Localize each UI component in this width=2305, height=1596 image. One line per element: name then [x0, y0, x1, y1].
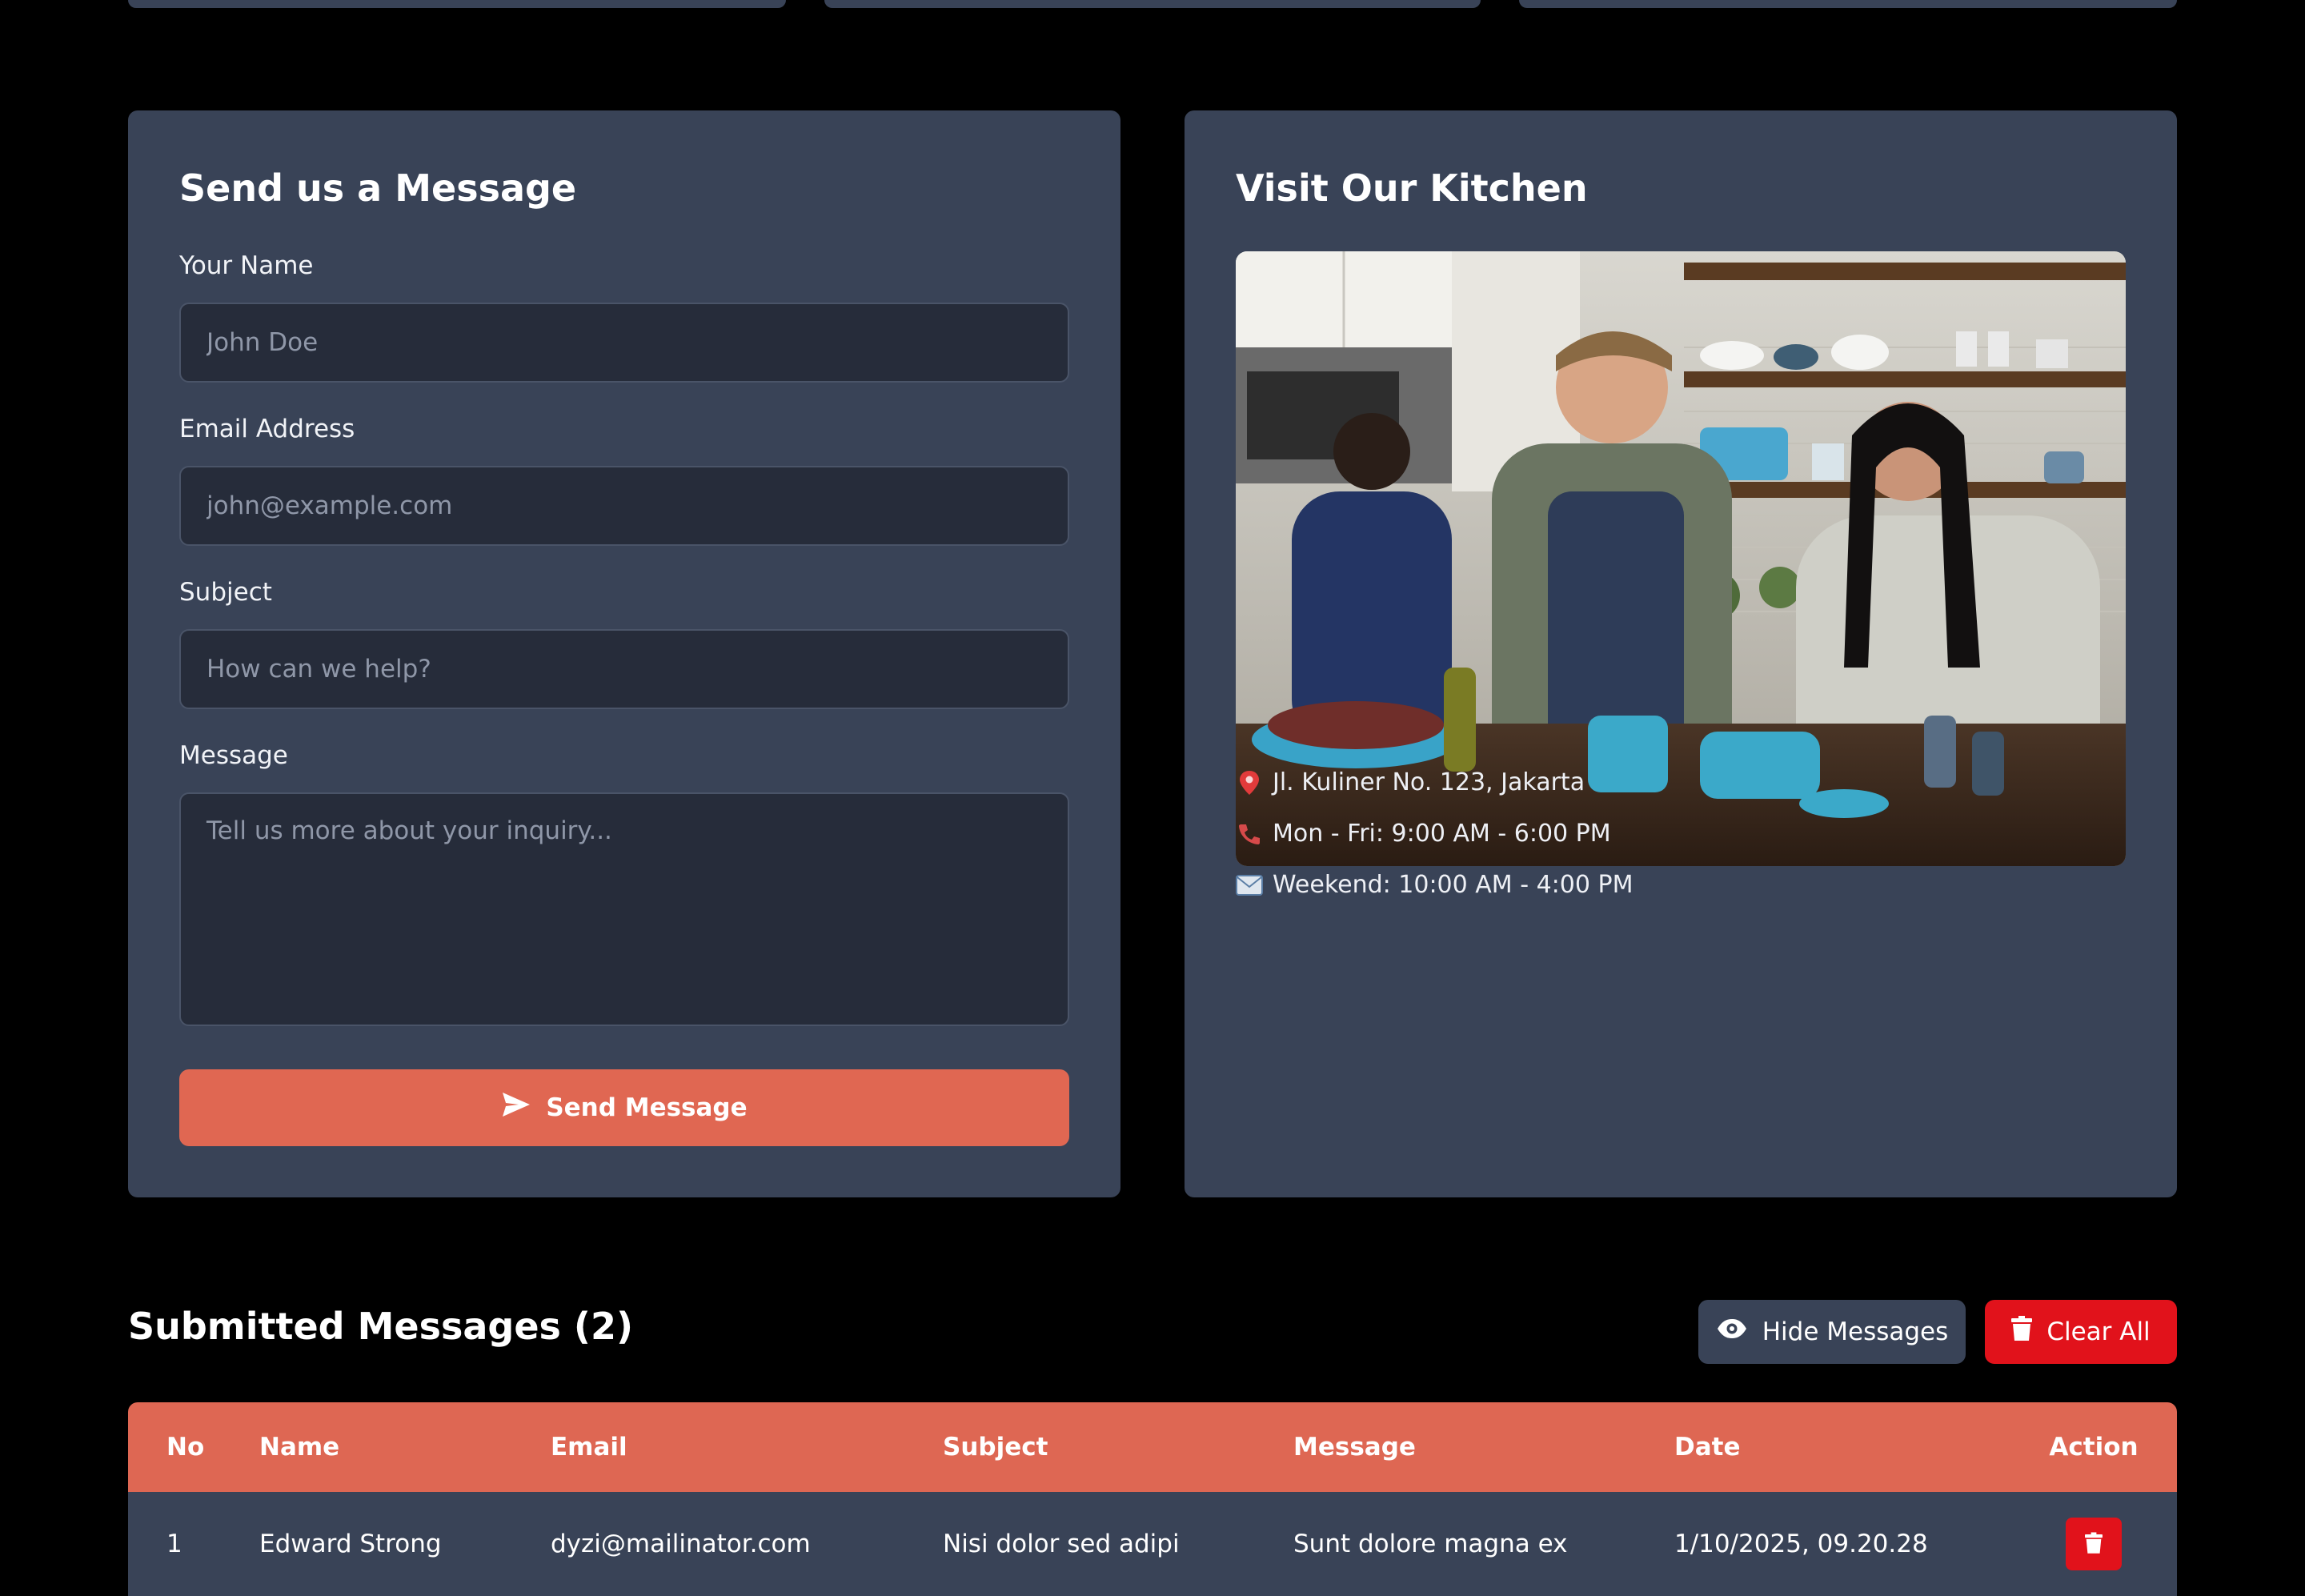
clear-all-button[interactable]: Clear All: [1985, 1300, 2177, 1364]
top-card-2: [824, 0, 1481, 8]
row-email: dyzi@mailinator.com: [551, 1530, 811, 1558]
kitchen-title: Visit Our Kitchen: [1236, 166, 1588, 210]
hide-messages-label: Hide Messages: [1762, 1317, 1949, 1346]
column-header-date: Date: [1674, 1433, 1741, 1462]
send-message-label: Send Message: [546, 1093, 748, 1122]
row-subject: Nisi dolor sed adipi: [943, 1530, 1180, 1558]
row-action: [2010, 1492, 2177, 1596]
column-header-subject: Subject: [943, 1433, 1048, 1462]
top-card-1: [128, 0, 786, 8]
trash-icon: [2085, 1531, 2103, 1557]
hide-messages-button[interactable]: Hide Messages: [1698, 1300, 1966, 1364]
column-header-message: Message: [1293, 1433, 1416, 1462]
message-label: Message: [179, 741, 288, 770]
send-icon: [501, 1091, 531, 1125]
pin-icon: [1236, 769, 1263, 796]
column-header-no: No: [166, 1433, 205, 1462]
contact-form-title: Send us a Message: [179, 166, 577, 210]
hours-weekend-line: Weekend: 10:00 AM - 4:00 PM: [1236, 871, 1633, 899]
address-line: Jl. Kuliner No. 123, Jakarta: [1236, 768, 1585, 796]
row-date: 1/10/2025, 09.20.28: [1674, 1530, 1928, 1558]
phone-icon: [1236, 820, 1263, 848]
row-message: Sunt dolore magna ex: [1293, 1530, 1568, 1558]
kitchen-panel: Visit Our Kitchen Jl. Kuliner No. 123, J…: [1185, 110, 2177, 1197]
address-text: Jl. Kuliner No. 123, Jakarta: [1273, 768, 1585, 796]
email-label: Email Address: [179, 415, 355, 443]
hours-weekday-text: Mon - Fri: 9:00 AM - 6:00 PM: [1273, 820, 1611, 848]
trash-icon: [2011, 1316, 2033, 1348]
message-textarea[interactable]: [179, 792, 1069, 1026]
email-icon: [1236, 872, 1263, 899]
subject-input[interactable]: [179, 629, 1069, 709]
table-row: 1 Edward Strong dyzi@mailinator.com Nisi…: [128, 1492, 2177, 1596]
table-header-row: No Name Email Subject Message Date Actio…: [128, 1402, 2177, 1492]
email-input[interactable]: [179, 466, 1069, 546]
messages-table: No Name Email Subject Message Date Actio…: [128, 1402, 2177, 1596]
row-name: Edward Strong: [259, 1530, 442, 1558]
eye-icon: [1716, 1317, 1748, 1346]
column-header-action: Action: [2049, 1433, 2139, 1462]
subject-label: Subject: [179, 578, 272, 607]
hours-weekday-line: Mon - Fri: 9:00 AM - 6:00 PM: [1236, 820, 1611, 848]
hours-weekend-text: Weekend: 10:00 AM - 4:00 PM: [1273, 871, 1634, 899]
top-card-3: [1519, 0, 2177, 8]
name-label: Your Name: [179, 251, 314, 280]
column-header-name: Name: [259, 1433, 340, 1462]
delete-row-button[interactable]: [2066, 1518, 2122, 1570]
clear-all-label: Clear All: [2046, 1317, 2151, 1346]
contact-form-panel: Send us a Message Your Name Email Addres…: [128, 110, 1120, 1197]
name-input[interactable]: [179, 303, 1069, 383]
messages-title: Submitted Messages (2): [128, 1305, 633, 1348]
send-message-button[interactable]: Send Message: [179, 1069, 1069, 1146]
column-header-email: Email: [551, 1433, 627, 1462]
row-no: 1: [166, 1530, 182, 1558]
